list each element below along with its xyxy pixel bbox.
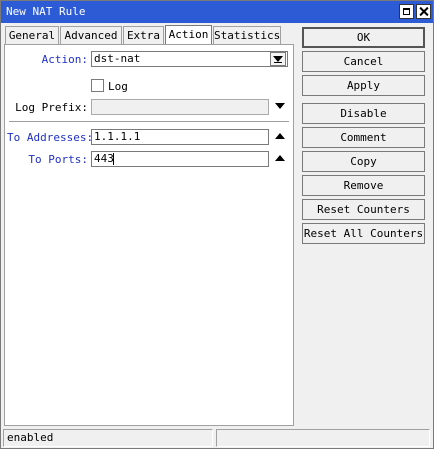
to-addresses-value: 1.1.1.1 xyxy=(94,130,141,143)
to-ports-value: 443 xyxy=(94,152,114,165)
reset-counters-button[interactable]: Reset Counters xyxy=(302,199,425,220)
window-title: New NAT Rule xyxy=(6,5,86,18)
action-tab-panel: Action: dst-nat Log Log Prefix: To Addre… xyxy=(4,44,294,426)
restore-icon xyxy=(403,8,410,15)
apply-button[interactable]: Apply xyxy=(302,75,425,96)
action-value: dst-nat xyxy=(94,52,141,65)
comment-button[interactable]: Comment xyxy=(302,127,425,148)
status-bar: enabled xyxy=(1,427,433,448)
log-checkbox[interactable] xyxy=(91,79,104,92)
cancel-button[interactable]: Cancel xyxy=(302,51,425,72)
to-ports-label: To Ports: xyxy=(28,153,88,166)
text-cursor xyxy=(113,153,114,165)
status-enabled: enabled xyxy=(3,429,213,447)
to-addresses-collapse-icon[interactable] xyxy=(275,133,285,139)
ok-button[interactable]: OK xyxy=(302,27,425,48)
remove-button[interactable]: Remove xyxy=(302,175,425,196)
close-button[interactable] xyxy=(416,4,431,19)
tab-extra[interactable]: Extra xyxy=(123,26,164,45)
log-prefix-label: Log Prefix: xyxy=(15,101,88,114)
nat-rule-window: New NAT Rule General Advanced Extra Acti… xyxy=(0,0,434,449)
separator xyxy=(9,121,289,123)
status-right xyxy=(216,429,430,447)
log-prefix-field[interactable] xyxy=(91,99,269,115)
tab-general[interactable]: General xyxy=(5,26,59,45)
to-ports-field[interactable]: 443 xyxy=(91,151,269,167)
title-bar[interactable]: New NAT Rule xyxy=(1,1,433,23)
reset-all-counters-button[interactable]: Reset All Counters xyxy=(302,223,425,244)
log-prefix-expand-icon[interactable] xyxy=(275,103,285,109)
copy-button[interactable]: Copy xyxy=(302,151,425,172)
action-select[interactable]: dst-nat xyxy=(91,51,288,67)
tab-statistics[interactable]: Statistics xyxy=(213,26,281,45)
action-dropdown-button[interactable] xyxy=(270,52,286,66)
to-addresses-field[interactable]: 1.1.1.1 xyxy=(91,129,269,145)
to-addresses-label: To Addresses: xyxy=(7,131,94,144)
to-ports-collapse-icon[interactable] xyxy=(275,155,285,161)
restore-button[interactable] xyxy=(399,4,414,19)
action-label: Action: xyxy=(41,53,88,66)
disable-button[interactable]: Disable xyxy=(302,103,425,124)
tab-advanced[interactable]: Advanced xyxy=(60,26,122,45)
log-label: Log xyxy=(108,80,128,93)
tab-action[interactable]: Action xyxy=(165,25,212,45)
